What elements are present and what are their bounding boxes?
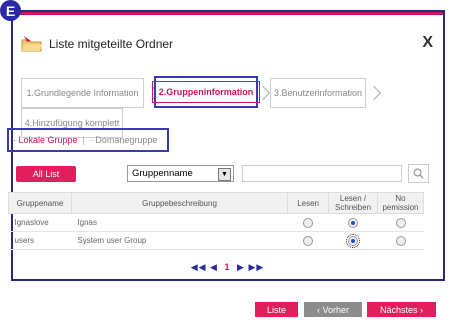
search-button[interactable]	[408, 164, 429, 183]
table-row: users System user Group	[8, 231, 424, 250]
step-user-info[interactable]: 3.Benutzerinformation	[270, 78, 366, 108]
last-page-icon[interactable]: ▶▶	[248, 262, 264, 272]
step-group-info[interactable]: 2.Gruppeninformation	[151, 76, 261, 108]
step-label: 2.Gruppeninformation	[151, 81, 261, 103]
filter-select[interactable]: Gruppenname ▼	[127, 165, 234, 182]
first-page-icon[interactable]: ◀◀	[191, 262, 207, 272]
read-cell	[287, 213, 329, 232]
no-permission-cell	[377, 231, 424, 250]
step-arrow-icon	[366, 85, 382, 101]
prev-page-icon[interactable]: ◀	[210, 262, 218, 272]
header-line: pemission	[382, 203, 419, 212]
read-write-cell	[328, 231, 378, 250]
next-button[interactable]: Nächstes ›	[367, 302, 436, 317]
group-name-cell: users	[8, 231, 72, 250]
search-input[interactable]	[242, 165, 402, 182]
dialog-header: Liste mitgeteilte Ordner X	[21, 32, 435, 56]
no-permission-radio[interactable]	[395, 217, 406, 228]
read-radio[interactable]	[303, 235, 314, 246]
step-label: 3.Benutzerinformation	[273, 88, 363, 98]
step-label: 1.Grundlegende Information	[26, 88, 139, 98]
close-icon[interactable]: X	[422, 34, 433, 52]
header-line: Lesen /	[339, 194, 367, 203]
domain-group-tab[interactable]: · Domanegruppe	[90, 135, 158, 145]
filter-select-value: Gruppenname	[132, 168, 193, 179]
header-line: No	[395, 194, 406, 203]
group-description-cell: Ignas	[71, 213, 288, 232]
shared-folder-icon	[21, 35, 43, 53]
tab-separator: |	[82, 135, 85, 145]
filter-toolbar: All List Gruppenname ▼	[8, 164, 447, 184]
dialog-title: Liste mitgeteilte Ordner	[49, 37, 174, 51]
group-permission-table: Gruppename Gruppebeschreibung Lesen Lese…	[8, 192, 424, 250]
domain-group-label: Domanegruppe	[95, 135, 158, 145]
group-name-cell: Ignaslove	[8, 213, 72, 232]
previous-button[interactable]: ‹ Vorher	[304, 302, 362, 317]
read-write-cell	[328, 213, 378, 232]
col-header-read-write: Lesen / Schreiben	[328, 192, 378, 214]
read-cell	[287, 231, 329, 250]
pagination: ◀◀ ◀ 1 ▶ ▶▶	[0, 262, 455, 273]
col-header-description: Gruppebeschreibung	[70, 192, 289, 214]
table-row: Ignaslove Ignas	[8, 213, 424, 232]
local-group-tab[interactable]: · Lokale Gruppe	[13, 135, 78, 145]
group-description-cell: System user Group	[71, 231, 288, 250]
local-group-label: Lokale Gruppe	[18, 135, 78, 145]
step-marker-badge: E	[0, 0, 21, 21]
group-type-switch: · Lokale Gruppe | · Domanegruppe	[7, 128, 169, 152]
no-permission-cell	[377, 213, 424, 232]
step-label: 4.Hinzufügung komplett	[24, 118, 120, 128]
read-write-radio[interactable]	[346, 233, 361, 248]
col-header-name: Gruppename	[8, 192, 72, 214]
no-permission-radio[interactable]	[395, 235, 406, 246]
read-radio[interactable]	[303, 217, 314, 228]
read-write-radio[interactable]	[348, 217, 359, 228]
step-basic-info[interactable]: 1.Grundlegende Information	[21, 78, 144, 108]
chevron-down-icon[interactable]: ▼	[218, 168, 231, 181]
table-header-row: Gruppename Gruppebeschreibung Lesen Lese…	[8, 192, 424, 214]
next-page-icon[interactable]: ▶	[237, 262, 245, 272]
col-header-no-permission: No pemission	[377, 192, 424, 214]
search-icon	[413, 168, 424, 179]
all-list-button[interactable]: All List	[16, 166, 76, 182]
list-button[interactable]: Liste	[255, 302, 298, 317]
col-header-read: Lesen	[287, 192, 330, 214]
header-line: Schreiben	[335, 203, 372, 212]
current-page[interactable]: 1	[224, 262, 230, 272]
